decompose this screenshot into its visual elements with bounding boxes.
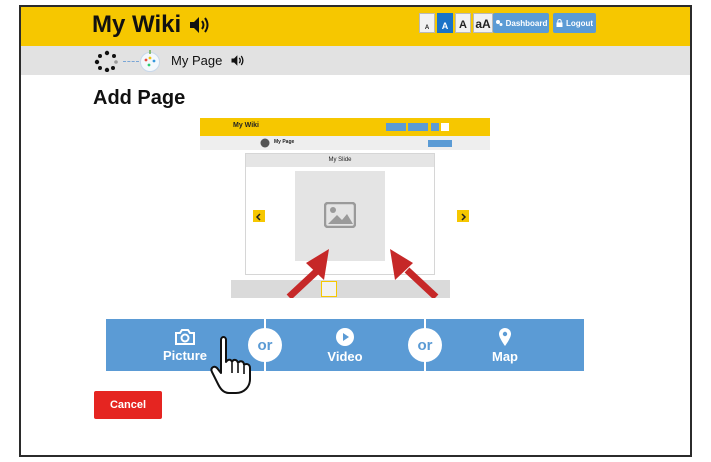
page-thumbnail-icon[interactable] (138, 50, 162, 72)
site-header: My Wiki A A A aA Dashboard Logout (21, 7, 690, 46)
camera-icon (175, 328, 195, 345)
add-content-options: Picture Video Map or or (106, 319, 584, 371)
dashboard-button[interactable]: Dashboard (493, 13, 549, 33)
dashboard-icon (495, 20, 503, 26)
page-preview-illustration: My Wiki My Page My Slide (200, 118, 490, 298)
map-pin-icon (499, 327, 511, 346)
app-window: My Wiki A A A aA Dashboard Logout My Pag… (19, 5, 692, 457)
page-title: Add Page (93, 87, 186, 109)
arrow-up-left-icon (390, 249, 439, 298)
map-option-button[interactable]: Map (426, 319, 584, 371)
video-option-button[interactable]: Video (266, 319, 424, 371)
map-option-label: Map (492, 348, 518, 364)
loading-spinner-icon (94, 50, 118, 72)
red-arrows-illustration (286, 249, 439, 298)
site-title: My Wiki (92, 11, 182, 38)
cancel-button[interactable]: Cancel (94, 391, 162, 419)
logout-button[interactable]: Logout (553, 13, 596, 33)
speaker-icon[interactable] (188, 15, 212, 35)
text-size-small-button[interactable]: A (419, 13, 435, 33)
pointing-hand-cursor-icon (210, 336, 251, 394)
speaker-icon[interactable] (230, 54, 246, 67)
text-size-xlarge-button[interactable]: aA (473, 13, 493, 33)
lock-icon (556, 19, 563, 27)
dashboard-label: Dashboard (505, 18, 548, 28)
play-icon (336, 327, 354, 346)
arrow-up-right-icon (286, 249, 329, 298)
breadcrumb-connector (123, 61, 139, 62)
logout-label: Logout (565, 18, 594, 28)
text-size-group: A A A aA (419, 13, 493, 33)
video-option-label: Video (327, 348, 363, 364)
text-size-medium-button[interactable]: A (437, 13, 453, 33)
text-size-large-button[interactable]: A (455, 13, 471, 33)
breadcrumb-page-title[interactable]: My Page (171, 53, 222, 68)
or-separator: or (408, 328, 442, 362)
picture-option-label: Picture (162, 347, 208, 363)
breadcrumb: My Page (21, 46, 690, 75)
